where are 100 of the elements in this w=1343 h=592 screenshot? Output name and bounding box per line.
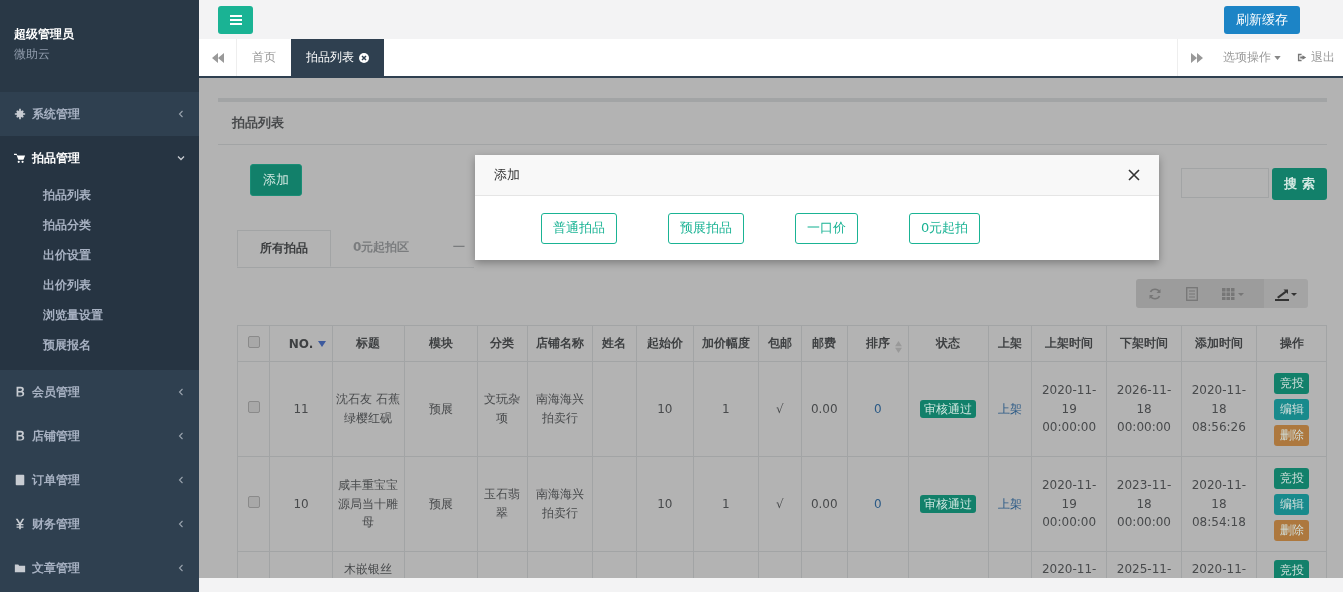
column-header: 包邮 xyxy=(758,325,802,362)
chevron-icon xyxy=(177,110,185,118)
chevron-icon xyxy=(177,432,185,440)
table-cell: 文玩杂项 xyxy=(484,392,521,425)
add-button[interactable]: 添加 xyxy=(250,163,302,196)
double-right-arrow-icon xyxy=(1190,52,1203,63)
table-cell: 2020-11-18 08:56:26 xyxy=(1191,383,1247,435)
type-option-button[interactable]: 预展拍品 xyxy=(668,212,744,244)
column-header: 模块 xyxy=(404,325,478,362)
row-action-button[interactable]: 竞投 xyxy=(1274,467,1310,489)
table-cell: 南海海兴拍卖行 xyxy=(536,392,584,425)
list-view-icon[interactable] xyxy=(1186,286,1198,301)
dialog-title: 添加 xyxy=(494,166,520,184)
row-action-button[interactable]: 删除 xyxy=(1274,424,1310,446)
table-cell: 2023-11-18 00:00:00 xyxy=(1116,478,1172,530)
row-action-button[interactable]: 编辑 xyxy=(1274,398,1310,420)
submenu-item[interactable]: 出价设置 xyxy=(0,240,199,270)
column-header: 加价幅度 xyxy=(693,325,758,362)
table-cell: 10 xyxy=(293,496,309,511)
column-header: 下架时间 xyxy=(1106,325,1182,362)
row-action-button[interactable]: 竞投 xyxy=(1274,560,1310,578)
row-checkbox[interactable] xyxy=(247,400,260,413)
close-icon[interactable] xyxy=(359,52,369,63)
table-cell: 2026-11-18 00:00:00 xyxy=(1116,383,1172,435)
column-header: 添加时间 xyxy=(1181,325,1257,362)
nav-label: 文章管理 xyxy=(32,559,81,577)
refresh-cache-button[interactable]: 刷新缓存 xyxy=(1224,5,1300,34)
shelf-link[interactable]: 上架 xyxy=(997,401,1022,416)
column-header: 状态 xyxy=(908,325,989,362)
submenu-item[interactable]: 预展报名 xyxy=(0,330,199,360)
table-cell: 2020-11-18 08:54:18 xyxy=(1191,478,1247,530)
column-header: 标题 xyxy=(332,325,405,362)
shelf-link[interactable]: 上架 xyxy=(997,496,1022,511)
select-all-checkbox[interactable] xyxy=(247,336,260,348)
filter-tab[interactable]: 所有拍品 xyxy=(237,230,331,267)
nav-icon xyxy=(14,386,26,398)
menu-button[interactable] xyxy=(218,5,253,34)
nav-label: 会员管理 xyxy=(32,383,81,401)
nav-label: 拍品管理 xyxy=(32,149,81,167)
submenu-item[interactable]: 浏览量设置 xyxy=(0,300,199,330)
chevron-icon xyxy=(177,520,185,528)
table-cell: 2025-11- xyxy=(1116,562,1172,576)
column-header: 起始价 xyxy=(636,325,694,362)
type-option-button[interactable]: 一口价 xyxy=(795,212,858,244)
chevron-icon xyxy=(177,154,185,162)
table-cell: 0.00 xyxy=(810,401,838,416)
column-header: NO. xyxy=(269,325,333,362)
nav-label: 财务管理 xyxy=(32,515,81,533)
columns-grid-icon[interactable] xyxy=(1222,287,1244,300)
table-cell: 预展 xyxy=(428,401,453,416)
table-cell: 10 xyxy=(657,401,673,416)
row-action-button[interactable]: 编辑 xyxy=(1274,493,1310,515)
page-tab[interactable]: 拍品列表 xyxy=(291,39,384,76)
close-icon[interactable] xyxy=(1128,169,1140,181)
export-dropdown[interactable] xyxy=(1264,279,1308,308)
nav-label: 系统管理 xyxy=(32,105,81,123)
double-left-arrow-icon xyxy=(211,52,224,63)
column-header: 操作 xyxy=(1256,325,1327,362)
nav-item[interactable]: 拍品管理 xyxy=(0,136,199,180)
column-header: 排序 xyxy=(847,325,909,362)
table-cell: 10 xyxy=(657,496,673,511)
row-checkbox[interactable] xyxy=(247,495,260,508)
table-cell: 2020-11- xyxy=(1191,562,1247,576)
page-tab[interactable]: 首页 xyxy=(237,39,291,76)
sort-icon[interactable] xyxy=(894,341,902,353)
table-cell: 木嵌银丝 xyxy=(344,562,393,576)
row-action-button[interactable]: 删除 xyxy=(1274,519,1310,541)
nav-icon xyxy=(14,474,26,486)
submenu-item[interactable]: 拍品分类 xyxy=(0,210,199,240)
nav-icon xyxy=(14,562,26,574)
panel-title: 拍品列表 xyxy=(218,102,1327,145)
column-header: 邮费 xyxy=(801,325,848,362)
table-cell: 1 xyxy=(721,496,730,511)
chevron-icon xyxy=(177,388,185,396)
table-cell: √ xyxy=(775,401,784,416)
table-cell: 2020-11-19 00:00:00 xyxy=(1041,478,1097,530)
table-cell: 11 xyxy=(293,401,309,416)
submenu-item[interactable]: 拍品列表 xyxy=(0,180,199,210)
column-header: 上架时间 xyxy=(1031,325,1107,362)
column-header: 上架 xyxy=(988,325,1032,362)
filter-tab[interactable]: 0元起拍区 xyxy=(331,230,432,267)
row-action-button[interactable]: 竞投 xyxy=(1274,372,1310,394)
nav-label: 店铺管理 xyxy=(32,427,81,445)
table-cell: 0.00 xyxy=(810,496,838,511)
table-cell: 咸丰重宝宝源局当十雕母 xyxy=(338,478,399,530)
table-cell: 2020-11-19 00:00:00 xyxy=(1041,383,1097,435)
table-cell: √ xyxy=(775,496,784,511)
search-button[interactable]: 搜 索 xyxy=(1272,168,1327,200)
submenu-item[interactable]: 出价列表 xyxy=(0,270,199,300)
column-header: 分类 xyxy=(477,325,528,362)
nav-label: 订单管理 xyxy=(32,471,81,489)
nav-icon xyxy=(14,518,26,530)
refresh-icon[interactable] xyxy=(1148,286,1162,301)
sort-descending-icon[interactable] xyxy=(317,341,326,347)
type-option-button[interactable]: 0元起拍 xyxy=(909,212,981,244)
sort-order-link[interactable]: 0 xyxy=(873,496,882,511)
nav-icon xyxy=(14,430,26,442)
sort-order-link[interactable]: 0 xyxy=(873,401,882,416)
type-option-button[interactable]: 普通拍品 xyxy=(541,212,617,244)
menu-icon xyxy=(229,14,242,25)
